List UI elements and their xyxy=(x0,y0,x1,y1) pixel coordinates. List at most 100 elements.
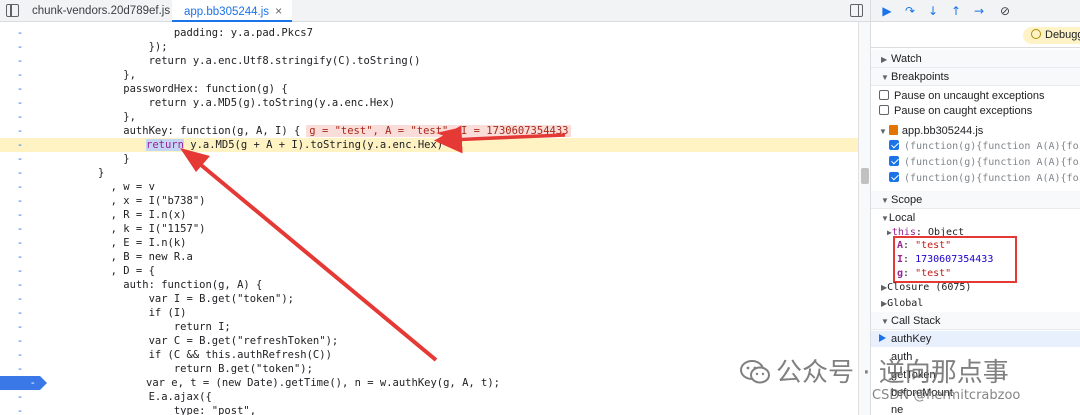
code-line-breakpoint[interactable]: - var e, t = (new Date).getTime(), n = w.… xyxy=(0,376,858,390)
line-gutter[interactable]: - xyxy=(0,68,40,82)
code-text: return B.get("token"); xyxy=(48,362,313,376)
breakpoint-snippet: (function(g){function A(A){for xyxy=(904,173,1080,184)
step-out-icon[interactable]: ↑ xyxy=(948,3,964,19)
line-gutter[interactable]: - xyxy=(0,348,40,362)
line-gutter[interactable]: - xyxy=(0,40,40,54)
line-gutter[interactable]: - xyxy=(0,362,40,376)
code-rest: var C = B.get("refreshToken"); xyxy=(98,335,339,347)
line-gutter[interactable]: - xyxy=(0,54,40,68)
call-frame[interactable]: authKey xyxy=(871,331,1080,347)
call-stack-section-header[interactable]: ▼ Call Stack xyxy=(871,312,1080,330)
line-gutter[interactable]: - xyxy=(0,180,40,194)
line-gutter[interactable]: - xyxy=(0,152,40,166)
scrollbar-thumb[interactable] xyxy=(861,168,869,184)
code-line[interactable]: - , D = { xyxy=(0,264,858,278)
step-over-icon[interactable]: ↷ xyxy=(902,3,918,19)
code-line[interactable]: - , R = I.n(x) xyxy=(0,208,858,222)
line-gutter[interactable]: - xyxy=(0,320,40,334)
line-gutter[interactable]: - xyxy=(0,404,40,415)
line-gutter[interactable]: - xyxy=(0,26,40,40)
line-gutter[interactable]: - xyxy=(0,110,40,124)
breakpoints-section-header[interactable]: ▼ Breakpoints xyxy=(871,68,1080,86)
line-gutter[interactable]: - xyxy=(0,96,40,110)
code-line[interactable]: -} xyxy=(0,166,858,180)
watch-section-header[interactable]: ▶ Watch xyxy=(871,50,1080,68)
breakpoint-item[interactable]: (function(g){function A(A){for xyxy=(871,155,1080,171)
line-gutter[interactable]: - xyxy=(0,138,40,152)
step-icon[interactable]: → xyxy=(971,3,987,19)
code-text: , E = I.n(k) xyxy=(48,236,187,250)
line-gutter[interactable]: - xyxy=(0,250,40,264)
code-line[interactable]: - if (C && this.authRefresh(C)) xyxy=(0,348,858,362)
breakpoint-marker[interactable]: - xyxy=(0,376,47,390)
code-line[interactable]: - return I; xyxy=(0,320,858,334)
toggle-navigator-icon[interactable] xyxy=(6,4,19,17)
tab-label: app.bb305244.js xyxy=(184,6,270,18)
breakpoint-item[interactable]: (function(g){function A(A){for xyxy=(871,139,1080,155)
line-gutter[interactable]: - xyxy=(0,194,40,208)
line-gutter[interactable]: - xyxy=(0,292,40,306)
code-line[interactable]: - if (I) xyxy=(0,306,858,320)
scope-global[interactable]: ▶Global xyxy=(871,295,1080,311)
code-line[interactable]: - , B = new R.a xyxy=(0,250,858,264)
code-line[interactable]: - authKey: function(g, A, I) {g = "test"… xyxy=(0,124,858,138)
code-rest: }, xyxy=(98,111,136,123)
code-text: , R = I.n(x) xyxy=(48,208,187,222)
line-gutter[interactable]: - xyxy=(0,222,40,236)
checkbox[interactable] xyxy=(879,90,889,100)
section-title: Scope xyxy=(891,194,923,206)
call-frame[interactable]: ne xyxy=(871,402,1080,415)
breakpoint-item[interactable]: (function(g){function A(A){for xyxy=(871,171,1080,187)
code-line[interactable]: - , w = v xyxy=(0,180,858,194)
resume-icon[interactable]: ▶ xyxy=(879,3,895,19)
line-gutter[interactable]: - xyxy=(0,390,40,404)
line-gutter[interactable]: - xyxy=(0,278,40,292)
breakpoint-file-row[interactable]: ▼ app.bb305244.js xyxy=(871,123,1080,139)
line-gutter[interactable]: - xyxy=(0,82,40,96)
scope-section-header[interactable]: ▼ Scope xyxy=(871,191,1080,209)
checkbox[interactable] xyxy=(889,172,899,182)
line-gutter[interactable]: - xyxy=(0,264,40,278)
code-line[interactable]: - return y.a.enc.Utf8.stringify(C).toStr… xyxy=(0,54,858,68)
code-line[interactable]: - }); xyxy=(0,40,858,54)
code-rest: var I = B.get("token"); xyxy=(98,293,294,305)
line-gutter[interactable]: - xyxy=(0,124,40,138)
code-line[interactable]: - } xyxy=(0,152,858,166)
checkbox[interactable] xyxy=(889,140,899,150)
deactivate-breakpoints-icon[interactable]: ⊘ xyxy=(997,3,1013,19)
code-line[interactable]: - return y.a.MD5(g).toString(y.a.enc.Hex… xyxy=(0,96,858,110)
line-gutter[interactable]: - xyxy=(0,166,40,180)
code-line[interactable]: - , k = I("1157") xyxy=(0,222,858,236)
code-line[interactable]: - return B.get("token"); xyxy=(0,362,858,376)
code-line[interactable]: - passwordHex: function(g) { xyxy=(0,82,858,96)
tab-app-js[interactable]: app.bb305244.js × xyxy=(172,0,292,22)
line-gutter[interactable]: - xyxy=(0,208,40,222)
line-gutter[interactable]: - xyxy=(0,236,40,250)
code-line[interactable]: - var C = B.get("refreshToken"); xyxy=(0,334,858,348)
tab-chunk-vendors[interactable]: chunk-vendors.20d789ef.js xyxy=(24,0,172,22)
code-line[interactable]: - , x = I("b738") xyxy=(0,194,858,208)
close-tab-icon[interactable]: × xyxy=(275,4,282,18)
code-line[interactable]: - , E = I.n(k) xyxy=(0,236,858,250)
line-gutter[interactable]: - xyxy=(0,306,40,320)
code-line[interactable]: - var I = B.get("token"); xyxy=(0,292,858,306)
code-line-paused[interactable]: - return y.a.MD5(g + A + I).toString(y.a.… xyxy=(0,138,858,152)
checkbox[interactable] xyxy=(879,105,889,115)
code-line[interactable]: - auth: function(g, A) { xyxy=(0,278,858,292)
line-gutter[interactable]: - xyxy=(0,334,40,348)
scope-closure[interactable]: ▶Closure (6075) xyxy=(871,279,1080,295)
step-into-icon[interactable]: ↓ xyxy=(925,3,941,19)
scope-local[interactable]: ▼Local xyxy=(871,210,1080,226)
code-text: if (C && this.authRefresh(C)) xyxy=(48,348,332,362)
code-line[interactable]: - E.a.ajax({ xyxy=(0,390,858,404)
code-line[interactable]: - }, xyxy=(0,68,858,82)
pause-uncaught-option[interactable]: Pause on uncaught exceptions xyxy=(871,88,1080,104)
toggle-debugger-sidebar-icon[interactable] xyxy=(850,4,863,17)
code-line[interactable]: - }, xyxy=(0,110,858,124)
pause-caught-option[interactable]: Pause on caught exceptions xyxy=(871,103,1080,119)
code-line[interactable]: - padding: y.a.pad.Pkcs7 xyxy=(0,26,858,40)
checkbox[interactable] xyxy=(889,156,899,166)
code-editor[interactable]: - padding: y.a.pad.Pkcs7- }); - return y.… xyxy=(0,22,858,415)
code-rest: , B = new R.a xyxy=(98,251,193,263)
code-line[interactable]: - type: "post", xyxy=(0,404,858,415)
